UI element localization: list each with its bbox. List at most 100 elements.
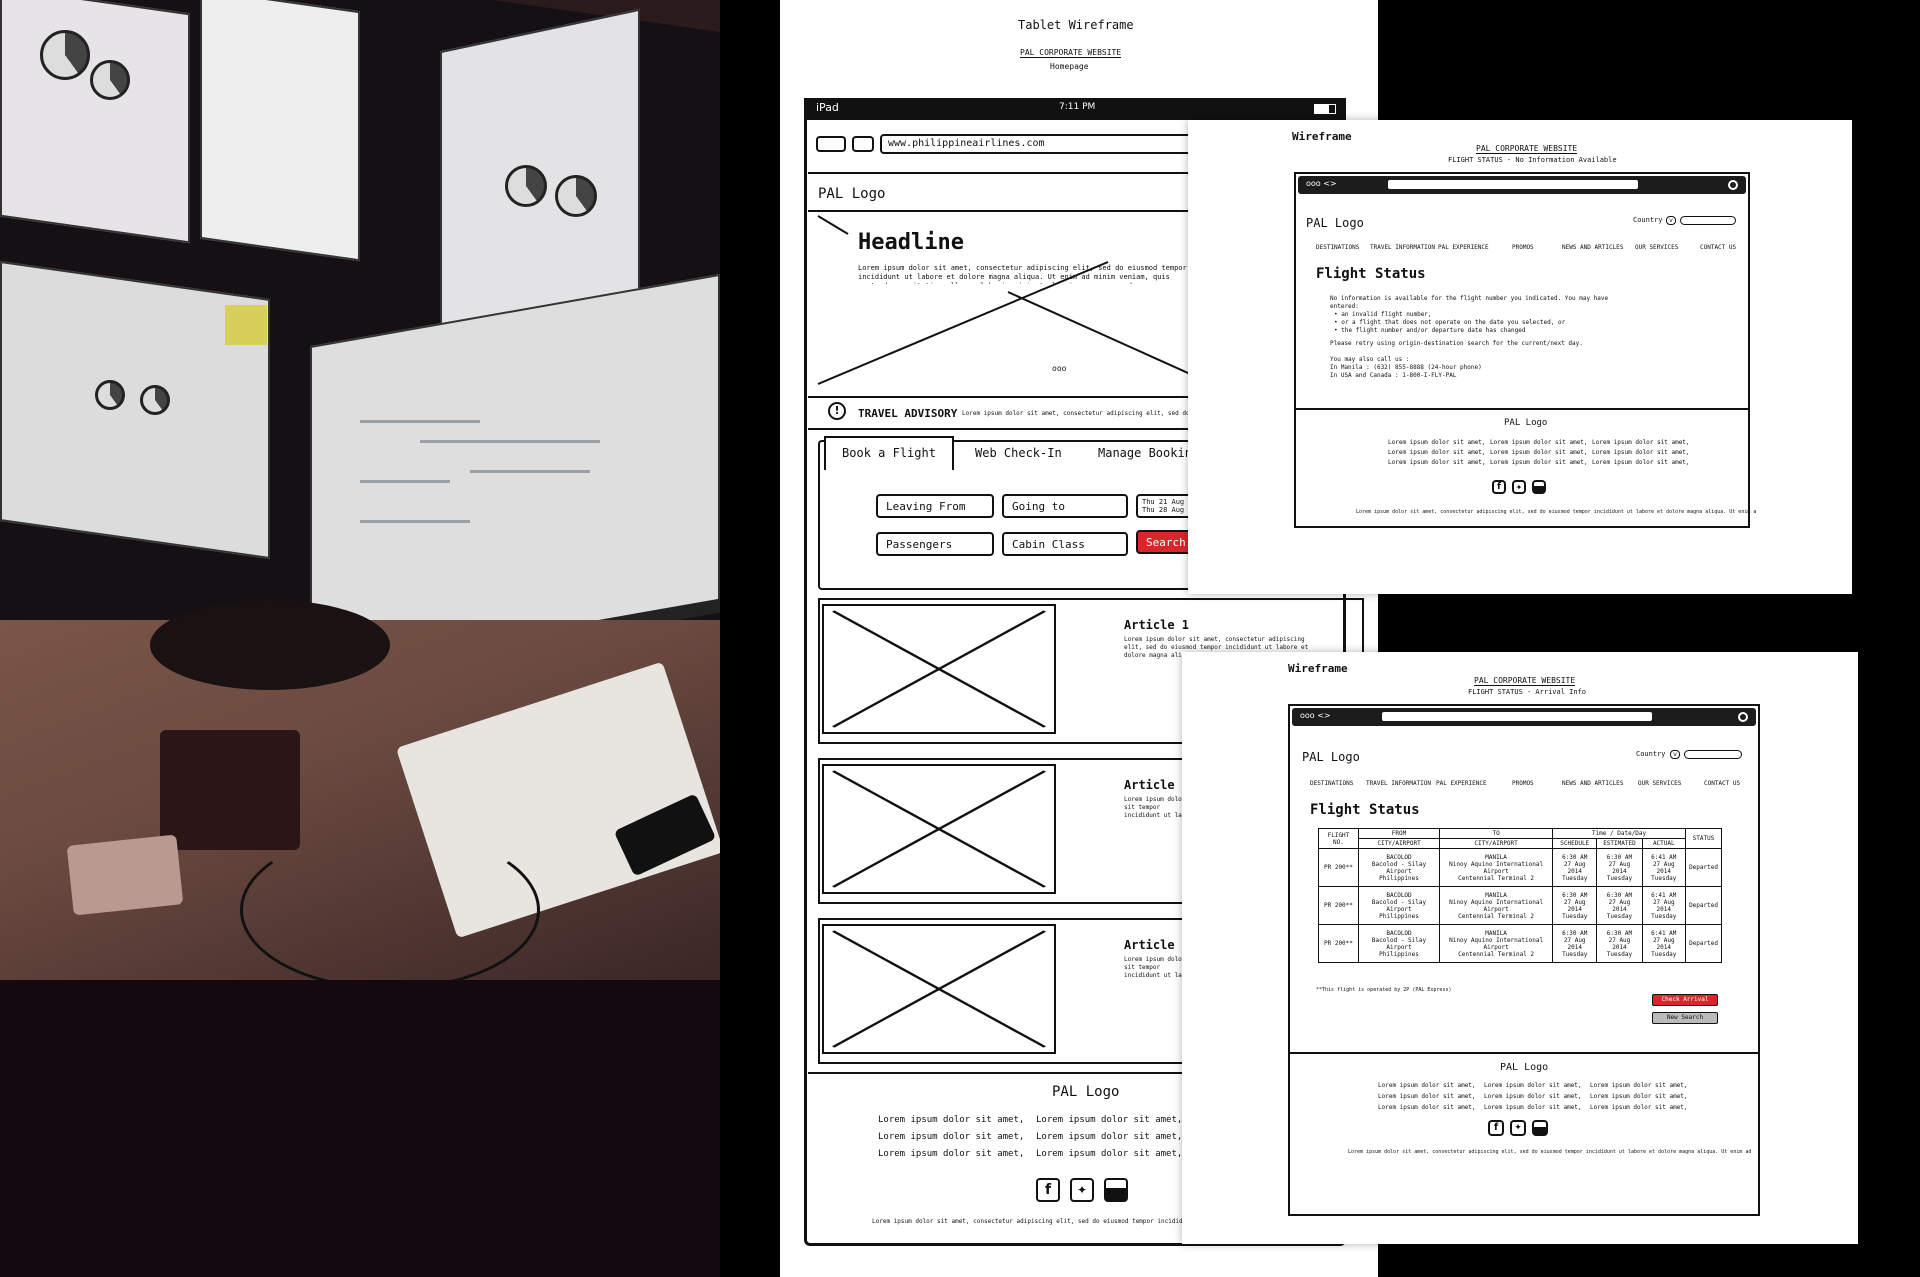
footer-link[interactable]: Lorem ipsum dolor sit amet, <box>1036 1112 1182 1129</box>
address-bar[interactable] <box>1388 180 1638 189</box>
nav-contact-us[interactable]: CONTACT US <box>1700 244 1736 251</box>
footer-link[interactable]: Lorem ipsum dolor sit amet, <box>1378 1080 1476 1091</box>
nav-pal-experience[interactable]: PAL EXPERIENCE <box>1438 244 1489 251</box>
footer-link[interactable]: Lorem ipsum dolor sit amet, <box>1490 448 1588 458</box>
new-search-button[interactable]: New Search <box>1652 1012 1718 1024</box>
footer-link[interactable]: Lorem ipsum dolor sit amet, <box>1484 1080 1582 1091</box>
footer-link[interactable]: Lorem ipsum dolor sit amet, <box>1036 1129 1182 1146</box>
footer-link[interactable]: Lorem ipsum dolor sit amet, <box>1388 448 1486 458</box>
facebook-icon[interactable]: f <box>1492 480 1506 494</box>
footer-logo: PAL Logo <box>1052 1084 1120 1100</box>
search-flights-button[interactable]: Search Fl <box>1136 530 1196 554</box>
flight-status-table: FLIGHT NO. FROM TO Time / Date/Day STATU… <box>1318 828 1722 963</box>
tab-book-flight[interactable]: Book a Flight <box>824 436 954 470</box>
ipad-statusbar: iPad 7:11 PM <box>804 98 1346 120</box>
instagram-icon[interactable] <box>1104 1178 1128 1202</box>
footer-link[interactable]: Lorem ipsum dolor sit amet, <box>1592 458 1690 468</box>
battery-icon <box>1314 104 1336 114</box>
article-title[interactable]: Article 1 <box>1124 778 1189 792</box>
footer-link[interactable]: Lorem ipsum dolor sit amet, <box>1378 1091 1476 1102</box>
country-dropdown[interactable]: v <box>1670 750 1680 759</box>
facebook-icon[interactable]: f <box>1488 1120 1504 1136</box>
footer-link[interactable]: Lorem ipsum dolor sit amet, <box>1592 448 1690 458</box>
instagram-icon[interactable] <box>1532 1120 1548 1136</box>
site-logo[interactable]: PAL Logo <box>1302 750 1360 764</box>
footer-bottom-text: Lorem ipsum dolor sit amet, consectetur … <box>1348 1149 1752 1155</box>
browser-controls[interactable]: ooo <> <box>1300 711 1331 720</box>
cell-schedule: 6:30 AM 27 Aug 2014 Tuesday <box>1552 848 1598 887</box>
footer-link[interactable]: Lorem ipsum dolor sit amet, <box>1490 438 1588 448</box>
collage: Tablet Wireframe PAL CORPORATE WEBSITE H… <box>0 0 1920 1277</box>
footer-link[interactable]: Lorem ipsum dolor sit amet, <box>878 1112 1024 1129</box>
cell-actual: 6:41 AM 27 Aug 2014 Tuesday <box>1641 848 1687 887</box>
forward-button[interactable] <box>852 136 874 152</box>
twitter-icon[interactable]: ✦ <box>1510 1120 1526 1136</box>
footer-link[interactable]: Lorem ipsum dolor sit amet, <box>1388 458 1486 468</box>
message-line: In Manila : (632) 855-8888 (24-hour phon… <box>1330 364 1482 371</box>
instagram-icon[interactable] <box>1532 480 1546 494</box>
table-row: PR 200** BACOLOD Bacolod - Silay Airport… <box>1318 924 1722 963</box>
passengers-field[interactable]: Passengers <box>876 532 994 556</box>
pie-chart-photo-5 <box>95 380 125 410</box>
nav-travel-information[interactable]: TRAVEL INFORMATION <box>1366 780 1431 787</box>
tab-manage-booking[interactable]: Manage Booking <box>1098 446 1199 460</box>
browser-controls[interactable]: ooo <> <box>1306 179 1337 188</box>
footer-link[interactable]: Lorem ipsum dolor sit amet, <box>1590 1102 1688 1113</box>
page-name: Homepage <box>1050 62 1089 71</box>
nav-our-services[interactable]: OUR SERVICES <box>1638 780 1681 787</box>
menu-icon[interactable] <box>1738 712 1748 722</box>
form-line <box>420 440 600 443</box>
footer-link[interactable]: Lorem ipsum dolor sit amet, <box>1378 1102 1476 1113</box>
footer-link[interactable]: Lorem ipsum dolor sit amet, <box>1484 1102 1582 1113</box>
footer-link[interactable]: Lorem ipsum dolor sit amet, <box>1388 438 1486 448</box>
footer-link[interactable]: Lorem ipsum dolor sit amet, <box>1484 1091 1582 1102</box>
search-input[interactable] <box>1684 750 1742 759</box>
facebook-icon[interactable]: f <box>1036 1178 1060 1202</box>
cables <box>240 830 540 990</box>
back-button[interactable] <box>816 136 846 152</box>
footer-link[interactable]: Lorem ipsum dolor sit amet, <box>878 1146 1024 1163</box>
cell-estimated: 6:30 AM 27 Aug 2014 Tuesday <box>1596 848 1643 887</box>
nav-contact-us[interactable]: CONTACT US <box>1704 780 1740 787</box>
tab-web-checkin[interactable]: Web Check-In <box>975 446 1062 460</box>
nav-our-services[interactable]: OUR SERVICES <box>1635 244 1678 251</box>
menu-icon[interactable] <box>1728 180 1738 190</box>
sheet-title: Wireframe <box>1292 130 1352 143</box>
site-name: PAL CORPORATE WEBSITE <box>1476 144 1578 154</box>
going-to-field[interactable]: Going to <box>1002 494 1128 518</box>
footer-link[interactable]: Lorem ipsum dolor sit amet, <box>1590 1091 1688 1102</box>
footer-bottom-text: Lorem ipsum dolor sit amet, consectetur … <box>1356 509 1756 515</box>
country-dropdown[interactable]: v <box>1666 216 1676 225</box>
cabin-class-field[interactable]: Cabin Class <box>1002 532 1128 556</box>
footer-link[interactable]: Lorem ipsum dolor sit amet, <box>1490 458 1588 468</box>
footer-link[interactable]: Lorem ipsum dolor sit amet, <box>1590 1080 1688 1091</box>
check-arrival-info-button[interactable]: Check Arrival Info <box>1652 994 1718 1013</box>
footer-link[interactable]: Lorem ipsum dolor sit amet, <box>878 1129 1024 1146</box>
dark-floor <box>0 980 720 1277</box>
monitor-stand <box>150 600 390 690</box>
address-bar[interactable] <box>1382 712 1652 721</box>
table-header-row: FLIGHT NO. FROM TO Time / Date/Day STATU… <box>1318 828 1722 849</box>
footer-link[interactable]: Lorem ipsum dolor sit amet, <box>1036 1146 1182 1163</box>
site-logo[interactable]: PAL Logo <box>818 186 885 202</box>
nav-destinations[interactable]: DESTINATIONS <box>1310 780 1353 787</box>
date-field[interactable]: Thu 21 Aug Thu 28 Aug <box>1136 494 1196 518</box>
twitter-icon[interactable]: ✦ <box>1070 1178 1094 1202</box>
footer-link[interactable]: Lorem ipsum dolor sit amet, <box>1592 438 1690 448</box>
site-logo[interactable]: PAL Logo <box>1306 216 1364 230</box>
nav-travel-information[interactable]: TRAVEL INFORMATION <box>1370 244 1435 251</box>
nav-pal-experience[interactable]: PAL EXPERIENCE <box>1436 780 1487 787</box>
search-input[interactable] <box>1680 216 1736 225</box>
nav-promos[interactable]: PROMOS <box>1512 244 1534 251</box>
article-title[interactable]: Article 1 <box>1124 618 1189 632</box>
country-label: Country <box>1633 216 1663 224</box>
nav-news-articles[interactable]: NEWS AND ARTICLES <box>1562 244 1623 251</box>
nav-promos[interactable]: PROMOS <box>1512 780 1534 787</box>
twitter-icon[interactable]: ✦ <box>1512 480 1526 494</box>
nav-destinations[interactable]: DESTINATIONS <box>1316 244 1359 251</box>
article-title[interactable]: Article 1 <box>1124 938 1189 952</box>
nav-news-articles[interactable]: NEWS AND ARTICLES <box>1562 780 1623 787</box>
leaving-from-field[interactable]: Leaving From <box>876 494 994 518</box>
footer-col-2: Lorem ipsum dolor sit amet, Lorem ipsum … <box>1484 1080 1582 1113</box>
slider-dots[interactable]: ooo <box>1052 364 1066 373</box>
